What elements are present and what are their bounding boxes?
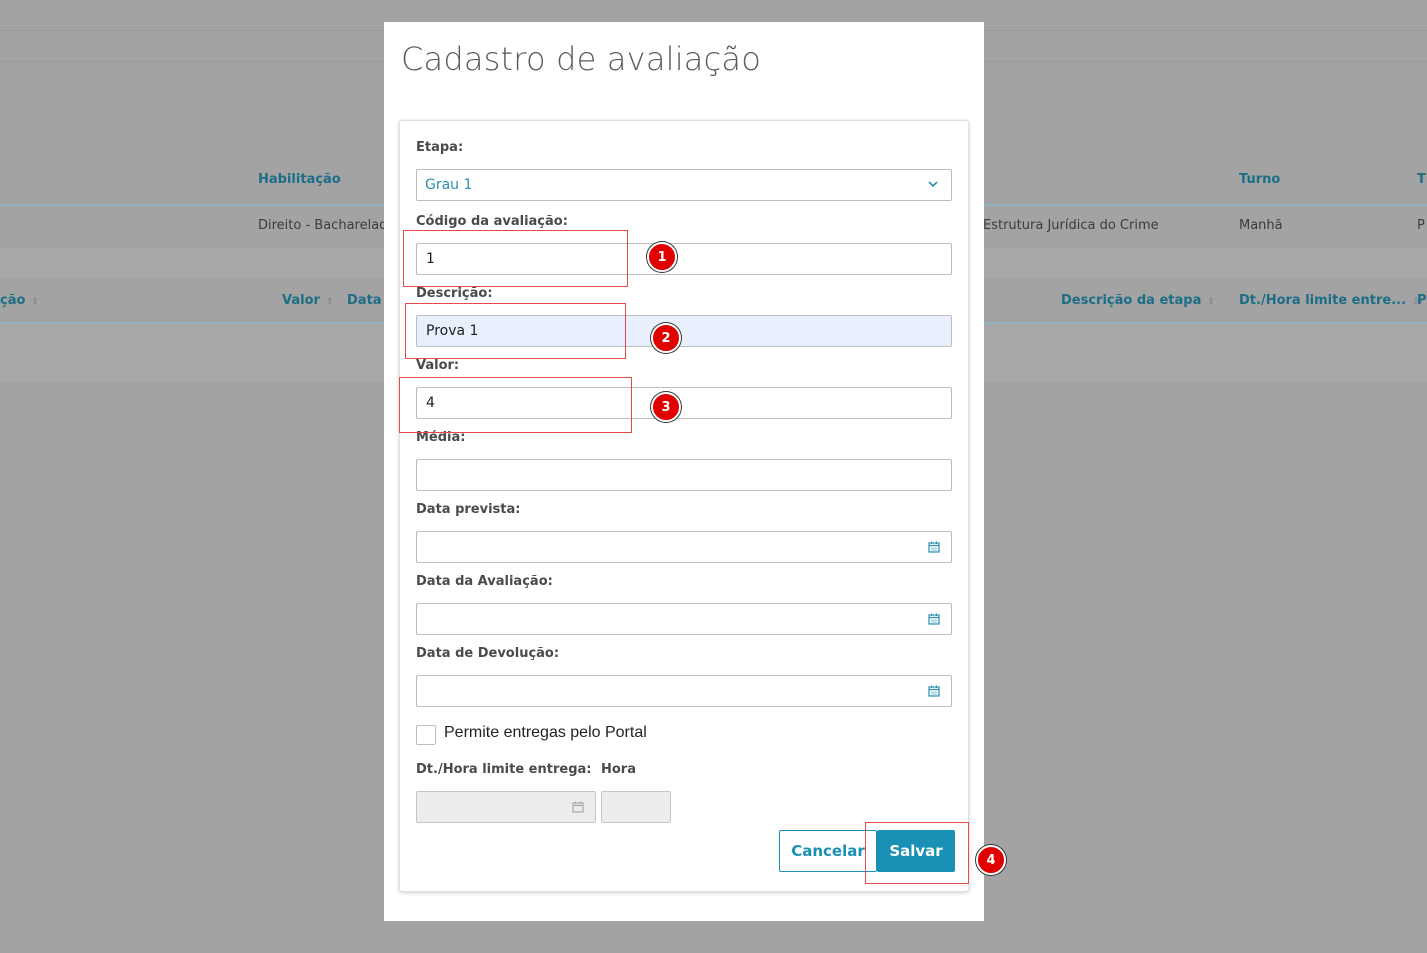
etapa-label: Etapa: — [416, 140, 464, 155]
highlight-box-valor — [399, 377, 632, 433]
hora-input — [601, 791, 671, 823]
header-cao[interactable]: ção ⇕ — [0, 293, 39, 308]
data-devolucao-input[interactable] — [416, 675, 952, 707]
data-prevista-label: Data prevista: — [416, 502, 521, 517]
cadastro-modal: Cadastro de avaliação Etapa: Grau 1 Códi… — [384, 22, 984, 921]
codigo-label: Código da avaliação: — [416, 214, 568, 229]
annotation-badge-1: 1 — [647, 242, 677, 272]
calendar-icon[interactable] — [928, 613, 940, 625]
etapa-select[interactable]: Grau 1 — [416, 169, 952, 201]
sort-icon: ⇕ — [325, 297, 334, 307]
cell-p: P — [1417, 218, 1425, 233]
portal-checkbox-label: Permite entregas pelo Portal — [444, 724, 647, 741]
highlight-box-codigo — [403, 230, 628, 287]
annotation-badge-2: 2 — [651, 323, 681, 353]
annotation-badge-4: 4 — [976, 845, 1006, 875]
valor-label: Valor: — [416, 358, 460, 373]
sort-icon: ⇕ — [31, 297, 39, 307]
header-dt-hora[interactable]: Dt./Hora limite entre... ⇕ — [1239, 293, 1420, 308]
hora-label: Hora — [601, 762, 636, 777]
cancel-button[interactable]: Cancelar — [779, 830, 877, 872]
media-input[interactable] — [416, 459, 952, 491]
data-avaliacao-input[interactable] — [416, 603, 952, 635]
calendar-icon[interactable] — [928, 541, 940, 553]
cell-turno: Manhã — [1239, 218, 1283, 233]
calendar-icon[interactable] — [928, 685, 940, 697]
cell-disciplina: Estrutura Jurídica do Crime — [983, 218, 1159, 233]
header-descricao-etapa[interactable]: Descrição da etapa ⇕ — [1061, 293, 1215, 308]
header-t: T — [1417, 172, 1426, 187]
dt-limite-input — [416, 791, 596, 823]
descricao-label: Descrição: — [416, 286, 493, 301]
data-devolucao-label: Data de Devolução: — [416, 646, 560, 661]
header-valor[interactable]: Valor ⇕ — [282, 293, 333, 308]
dt-limite-label: Dt./Hora limite entrega: — [416, 762, 592, 777]
header-turno: Turno — [1239, 172, 1281, 187]
modal-title: Cadastro de avaliação — [401, 40, 761, 78]
annotation-badge-3: 3 — [651, 392, 681, 422]
calendar-icon — [572, 801, 584, 813]
portal-checkbox[interactable] — [416, 725, 436, 745]
chevron-down-icon — [928, 181, 938, 188]
data-prevista-input[interactable] — [416, 531, 952, 563]
highlight-box-descricao — [405, 303, 626, 359]
header-p[interactable]: P — [1417, 293, 1427, 308]
sort-icon: ⇕ — [1207, 297, 1215, 307]
highlight-box-salvar — [865, 822, 969, 884]
header-habilitacao: Habilitação — [258, 172, 341, 187]
data-avaliacao-label: Data da Avaliação: — [416, 574, 553, 589]
cell-habilitacao: Direito - Bacharelado — [258, 218, 396, 233]
